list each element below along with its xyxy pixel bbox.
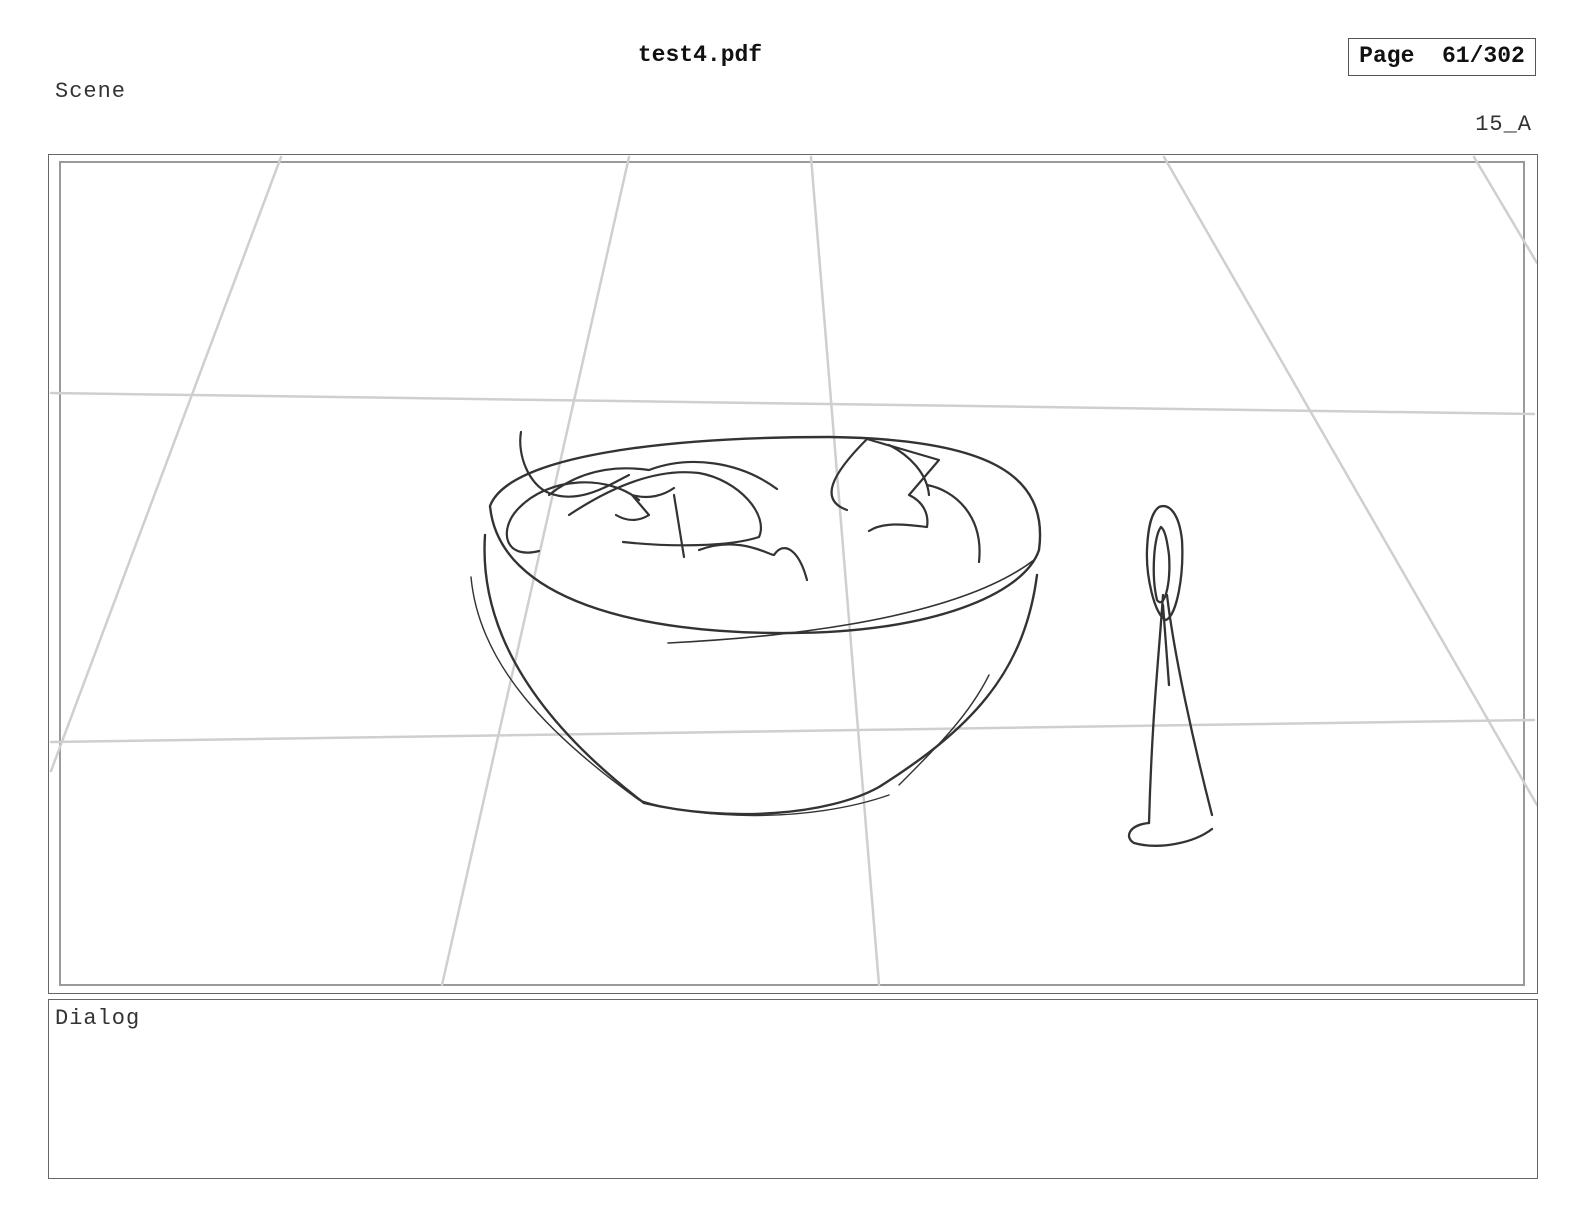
salad-leaves-sketch bbox=[505, 430, 981, 582]
scene-label: Scene bbox=[55, 79, 127, 104]
shot-id: 15_A bbox=[1475, 112, 1532, 137]
storyboard-panel bbox=[48, 154, 1538, 994]
dialog-box: Dialog bbox=[48, 999, 1538, 1179]
panel-inner-frame bbox=[59, 161, 1525, 986]
dialog-label: Dialog bbox=[55, 1006, 141, 1031]
panel-sketch bbox=[49, 155, 1537, 987]
spoon-sketch bbox=[1127, 505, 1214, 847]
page-number: 61/302 bbox=[1442, 43, 1525, 69]
page-label: Page bbox=[1359, 43, 1415, 69]
page-indicator: Page 61/302 bbox=[1348, 38, 1536, 76]
document-title: test4.pdf bbox=[637, 42, 763, 68]
floor-grid bbox=[49, 155, 1537, 987]
bowl-sketch bbox=[470, 435, 1042, 817]
